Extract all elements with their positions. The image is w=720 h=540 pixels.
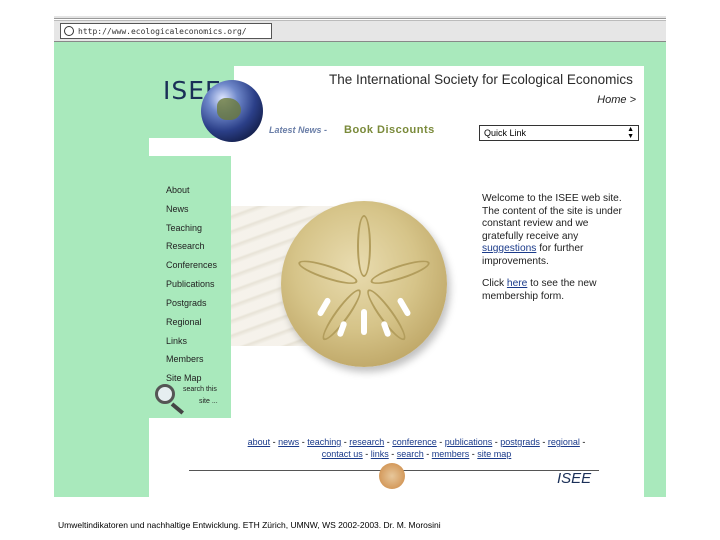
search-label-line2: site ... bbox=[199, 398, 218, 405]
nav-conferences[interactable]: Conferences bbox=[166, 260, 217, 270]
slide-caption: Umweltindikatoren und nachhaltige Entwic… bbox=[58, 520, 441, 530]
nav-links[interactable]: Links bbox=[166, 336, 187, 346]
nav-members[interactable]: Members bbox=[166, 354, 204, 364]
nav-regional[interactable]: Regional bbox=[166, 317, 202, 327]
url-text: http://www.ecologicaleconomics.org/ bbox=[78, 26, 247, 36]
footer-research-link[interactable]: research bbox=[349, 437, 384, 447]
latest-news-label: Latest News - bbox=[269, 125, 328, 135]
globe-icon bbox=[201, 80, 263, 142]
hero-image bbox=[231, 166, 481, 396]
quick-link-value: Quick Link bbox=[484, 128, 527, 138]
footer-row-1: about - news - teaching - research - con… bbox=[247, 437, 586, 447]
footer-news-link[interactable]: news bbox=[278, 437, 299, 447]
isee-site: ISEE The International Society for Ecolo… bbox=[149, 66, 644, 497]
seal-icon bbox=[379, 463, 405, 489]
welcome-paragraph: Welcome to the ISEE web site. The conten… bbox=[482, 193, 622, 267]
footer-contact-link[interactable]: contact us bbox=[322, 449, 363, 459]
nav-publications[interactable]: Publications bbox=[166, 279, 215, 289]
book-discounts-link[interactable]: Book Discounts bbox=[344, 124, 435, 136]
magnifier-icon bbox=[155, 384, 175, 404]
nav-postgrads[interactable]: Postgrads bbox=[166, 298, 207, 308]
footer-postgrads-link[interactable]: postgrads bbox=[500, 437, 540, 447]
welcome-text: Welcome to the ISEE web site. The conten… bbox=[482, 193, 622, 313]
suggestions-link[interactable]: suggestions bbox=[482, 243, 536, 254]
footer-row-2: contact us - links - search - members - … bbox=[321, 449, 512, 459]
footer-conference-link[interactable]: conference bbox=[392, 437, 437, 447]
sidebar-nav: About News Teaching Research Conferences… bbox=[149, 156, 231, 418]
search-label-line1: search this bbox=[183, 386, 217, 393]
search-site-button[interactable]: search this site ... bbox=[155, 384, 231, 415]
page-viewport: ISEE The International Society for Ecolo… bbox=[54, 42, 666, 497]
footer-regional-link[interactable]: regional bbox=[548, 437, 580, 447]
nav-site-map[interactable]: Site Map bbox=[166, 373, 202, 383]
footer-publications-link[interactable]: publications bbox=[445, 437, 493, 447]
nav-research[interactable]: Research bbox=[166, 241, 205, 251]
address-bar: http://www.ecologicaleconomics.org/ bbox=[54, 20, 666, 42]
here-link[interactable]: here bbox=[507, 278, 527, 289]
site-title: The International Society for Ecological… bbox=[329, 72, 633, 87]
sand-dollar-image bbox=[281, 201, 447, 367]
select-arrows-icon: ▲ ▼ bbox=[627, 126, 634, 140]
footer-about-link[interactable]: about bbox=[248, 437, 271, 447]
footer-links-link[interactable]: links bbox=[371, 449, 389, 459]
quick-link-select[interactable]: Quick Link ▲ ▼ bbox=[479, 125, 639, 141]
url-field[interactable]: http://www.ecologicaleconomics.org/ bbox=[60, 23, 272, 39]
footer-teaching-link[interactable]: teaching bbox=[307, 437, 341, 447]
home-link[interactable]: Home > bbox=[597, 94, 636, 106]
membership-paragraph: Click here to see the new membership for… bbox=[482, 278, 597, 302]
footer-logo: ISEE bbox=[557, 470, 592, 487]
nav-about[interactable]: About bbox=[166, 185, 190, 195]
footer-members-link[interactable]: members bbox=[432, 449, 470, 459]
footer-nav: about - news - teaching - research - con… bbox=[189, 436, 644, 460]
page-icon bbox=[64, 26, 74, 36]
footer-search-link[interactable]: search bbox=[397, 449, 424, 459]
footer-site-map-link[interactable]: site map bbox=[477, 449, 511, 459]
nav-news[interactable]: News bbox=[166, 204, 189, 214]
browser-toolbar bbox=[54, 16, 666, 19]
nav-teaching[interactable]: Teaching bbox=[166, 223, 202, 233]
